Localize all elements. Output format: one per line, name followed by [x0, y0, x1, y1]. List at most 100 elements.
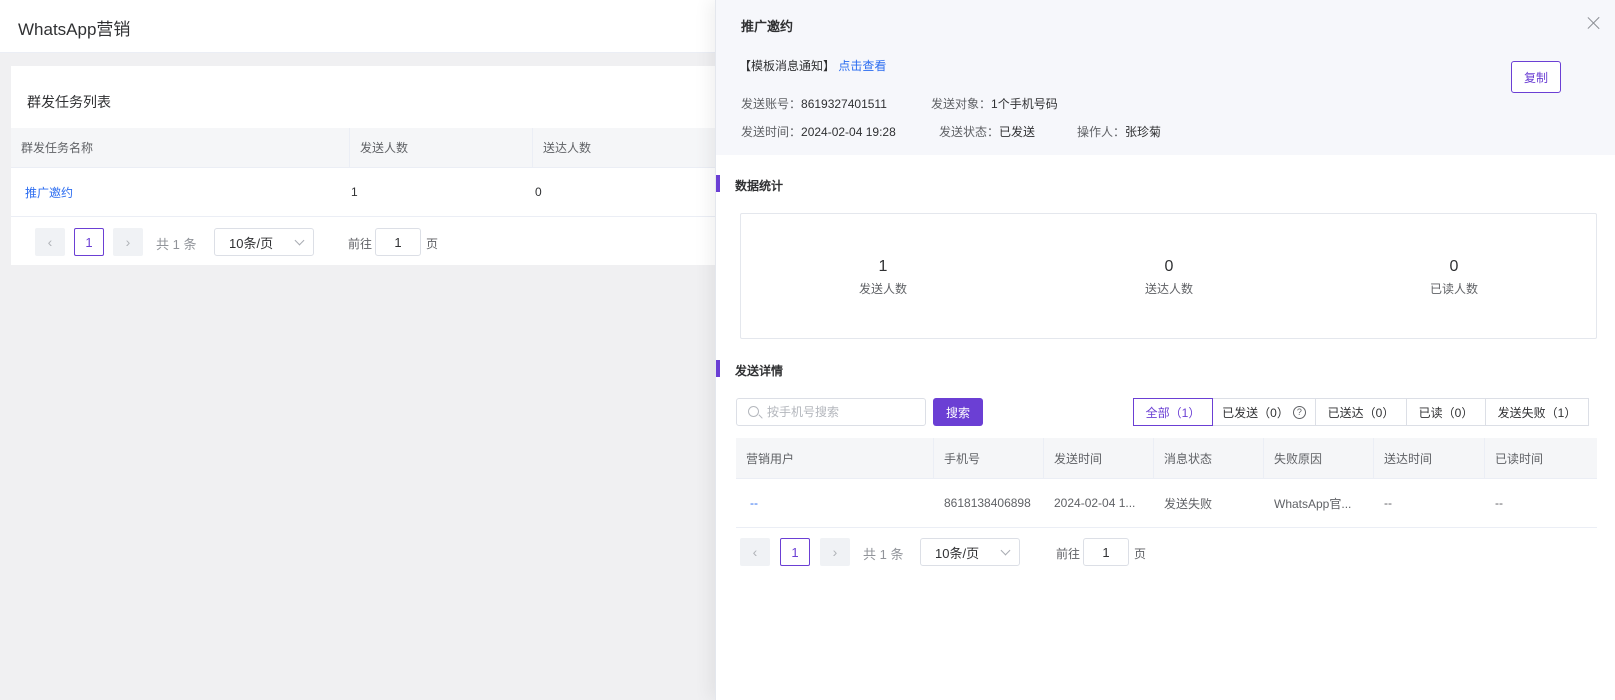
tab-all[interactable]: 全部（1）	[1133, 398, 1213, 426]
phone-search-field[interactable]	[736, 398, 926, 426]
page-size-value: 10条/页	[229, 235, 274, 251]
template-line: 【模板消息通知】 点击查看	[739, 57, 886, 74]
close-icon[interactable]	[1587, 16, 1601, 30]
help-icon[interactable]: ?	[1292, 405, 1306, 419]
total-count: 共 1 条	[156, 237, 197, 252]
column-header-send-time: 发送时间	[1044, 438, 1154, 478]
operator-label: 操作人：	[1077, 125, 1126, 139]
send-time: 发送时间：2024-02-04 19:28	[741, 123, 896, 140]
detail-section-title: 发送详情	[735, 364, 784, 378]
goto-unit: 页	[426, 237, 439, 251]
page-size-select[interactable]: 10条/页	[920, 538, 1020, 566]
delivered-count: 0	[535, 185, 542, 199]
tab-delivered-label: 已送达（0）	[1327, 405, 1395, 420]
goto-unit: 页	[1134, 547, 1147, 561]
next-page-button[interactable]: ›	[820, 538, 850, 566]
stat-delivered-value: 0	[1164, 258, 1174, 275]
column-header-delivered: 送达人数	[543, 141, 592, 155]
app-title: WhatsApp营销	[18, 20, 131, 39]
stat-sent-label: 发送人数	[858, 282, 907, 296]
drawer-title: 推广邀约	[741, 19, 794, 34]
send-status-label: 发送状态：	[939, 125, 1000, 139]
next-page-button[interactable]: ›	[113, 228, 143, 256]
page-number-current[interactable]: 1	[780, 538, 810, 566]
stats-section-title: 数据统计	[735, 179, 784, 193]
tab-sent[interactable]: 已发送（0）?	[1212, 398, 1316, 426]
stat-sent: 1 发送人数	[813, 258, 953, 297]
operator: 操作人：张珍菊	[1077, 123, 1161, 140]
stat-sent-value: 1	[878, 258, 888, 275]
chevron-down-icon	[1000, 545, 1011, 556]
goto-page-input[interactable]	[1083, 538, 1129, 566]
top-bar: WhatsApp营销	[0, 0, 715, 53]
template-label: 【模板消息通知】	[739, 59, 836, 73]
detail-table-header: 营销用户 手机号 发送时间 消息状态 失败原因 送达时间 已读时间	[736, 438, 1597, 479]
tab-read-label: 已读（0）	[1418, 405, 1474, 420]
send-account: 发送账号：8619327401511	[741, 95, 887, 112]
read-time-cell: --	[1495, 496, 1503, 510]
chevron-down-icon	[294, 235, 305, 246]
prev-page-button[interactable]: ‹	[35, 228, 65, 256]
send-status: 发送状态：已发送	[939, 123, 1035, 140]
send-target-value: 1个手机号码	[991, 97, 1058, 111]
send-status-value: 已发送	[999, 125, 1036, 139]
sent-count: 1	[351, 185, 358, 199]
section-accent-bar	[716, 360, 720, 377]
phone-search-input[interactable]	[767, 402, 917, 422]
stat-read-value: 0	[1449, 258, 1459, 275]
status-filter-tabs: 全部（1） 已发送（0）? 已送达（0） 已读（0） 发送失败（1）	[1133, 398, 1589, 426]
task-list-pagination: ‹ 1 › 共 1 条 10条/页 前往 页	[35, 228, 715, 258]
stat-delivered: 0 送达人数	[1099, 258, 1239, 297]
task-table-header: 群发任务名称 发送人数 送达人数	[11, 128, 715, 168]
goto-label: 前往	[1056, 547, 1081, 561]
send-account-label: 发送账号：	[741, 97, 802, 111]
task-list-title: 群发任务列表	[27, 94, 111, 110]
fail-reason-cell: WhatsApp官...	[1274, 496, 1352, 511]
column-header-reason: 失败原因	[1264, 438, 1374, 478]
send-time-value: 2024-02-04 19:28	[801, 125, 896, 139]
stat-delivered-label: 送达人数	[1144, 282, 1193, 296]
message-status-cell: 发送失败	[1164, 496, 1213, 511]
view-template-link[interactable]: 点击查看	[838, 59, 886, 73]
total-count: 共 1 条	[863, 547, 904, 562]
copy-button[interactable]: 复制	[1511, 61, 1561, 93]
tab-sent-label: 已发送（0）	[1222, 405, 1289, 420]
page-size-select[interactable]: 10条/页	[214, 228, 314, 256]
delivered-time-cell: --	[1384, 496, 1392, 510]
table-row: 推广邀约 1 0	[11, 168, 715, 217]
prev-page-button[interactable]: ‹	[740, 538, 770, 566]
column-header-task-name: 群发任务名称	[11, 128, 350, 167]
column-header-status: 消息状态	[1154, 438, 1264, 478]
tab-all-label: 全部（1）	[1145, 405, 1201, 420]
column-header-phone: 手机号	[934, 438, 1044, 478]
marketing-user-link[interactable]: --	[750, 496, 758, 510]
drawer-header: 推广邀约 【模板消息通知】 点击查看 复制 发送账号：8619327401511…	[716, 0, 1615, 155]
page-size-value: 10条/页	[935, 545, 980, 561]
column-header-read-time: 已读时间	[1495, 451, 1544, 466]
page-number-current[interactable]: 1	[74, 228, 104, 256]
send-account-value: 8619327401511	[801, 97, 887, 111]
phone-value: 8618138406898	[944, 496, 1031, 510]
column-header-delivered-time: 送达时间	[1374, 438, 1485, 478]
send-target-label: 发送对象：	[931, 97, 992, 111]
stat-read-label: 已读人数	[1429, 282, 1478, 296]
table-row: -- 8618138406898 2024-02-04 1... 发送失败 Wh…	[736, 479, 1597, 528]
stats-panel: 1 发送人数 0 送达人数 0 已读人数	[740, 213, 1597, 339]
task-list-card: 群发任务列表 群发任务名称 发送人数 送达人数 推广邀约 1 0 ‹ 1 › 共…	[11, 66, 715, 265]
detail-pagination: ‹ 1 › 共 1 条 10条/页 前往 页	[740, 538, 1340, 568]
task-detail-drawer: 推广邀约 【模板消息通知】 点击查看 复制 发送账号：8619327401511…	[715, 0, 1615, 700]
goto-label: 前往	[348, 237, 373, 251]
send-time-label: 发送时间：	[741, 125, 802, 139]
search-icon	[748, 406, 759, 417]
goto-page-input[interactable]	[375, 228, 421, 256]
tab-failed-label: 发送失败（1）	[1497, 405, 1577, 420]
operator-value: 张珍菊	[1125, 125, 1162, 139]
column-header-user: 营销用户	[736, 438, 934, 478]
tab-read[interactable]: 已读（0）	[1406, 398, 1486, 426]
section-accent-bar	[716, 175, 720, 192]
tab-delivered[interactable]: 已送达（0）	[1315, 398, 1407, 426]
stat-read: 0 已读人数	[1384, 258, 1524, 297]
task-name-link[interactable]: 推广邀约	[25, 184, 73, 201]
search-button[interactable]: 搜索	[933, 398, 983, 426]
tab-failed[interactable]: 发送失败（1）	[1485, 398, 1589, 426]
